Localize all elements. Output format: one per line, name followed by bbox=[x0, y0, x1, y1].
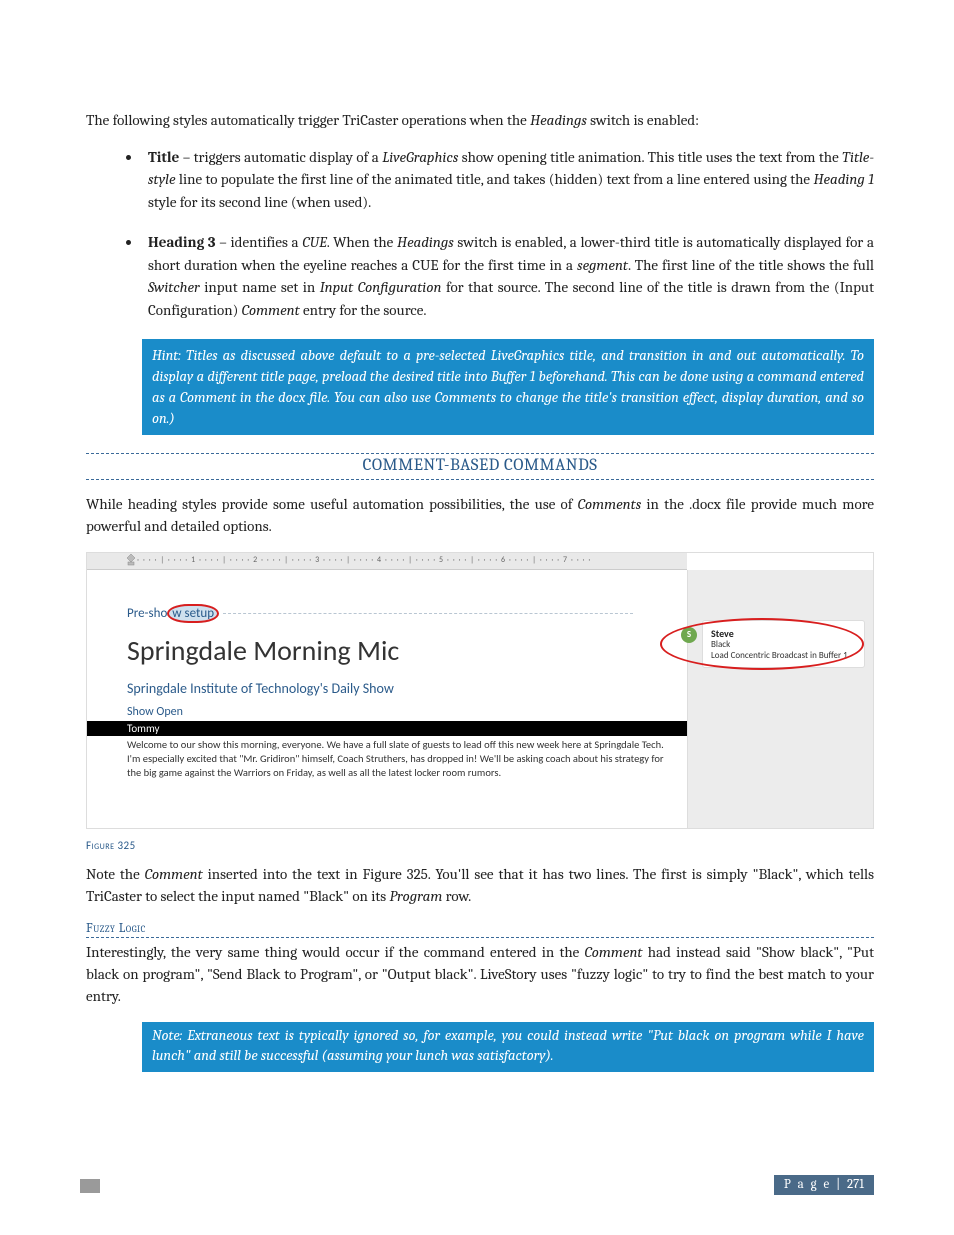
section-intro-paragraph: While heading styles provide some useful… bbox=[86, 494, 874, 538]
script-body: Welcome to our show this morning, everyo… bbox=[127, 738, 667, 781]
tab-leader bbox=[223, 613, 633, 614]
comment-pane: S Steve Black Load Concentric Broadcast … bbox=[687, 570, 873, 828]
red-circle-annotation bbox=[660, 618, 864, 670]
commented-text: w setup bbox=[167, 604, 219, 623]
footer-accent bbox=[80, 1179, 100, 1193]
style-bullet-list: Title – triggers automatic display of a … bbox=[86, 146, 874, 322]
script-title: Springdale Morning Mic bbox=[127, 633, 667, 668]
note-paragraph: Note the Comment inserted into the text … bbox=[86, 864, 874, 908]
footer-num: 271 bbox=[847, 1177, 864, 1192]
fuzzy-paragraph: Interestingly, the very same thing would… bbox=[86, 942, 874, 1007]
indent-marker-icon bbox=[127, 554, 135, 566]
fuzzy-logic-heading: Fuzzy Logic bbox=[86, 921, 874, 938]
figure-caption: Figure 325 bbox=[86, 839, 874, 852]
page-footer: P a g e | 271 bbox=[80, 1175, 874, 1195]
footer-sep: | bbox=[831, 1177, 847, 1192]
section-heading: COMMENT-BASED COMMANDS bbox=[363, 456, 598, 475]
bullet-heading3: Heading 3 – identifies a CUE. When the H… bbox=[142, 231, 874, 321]
footer-label: P a g e bbox=[784, 1177, 831, 1192]
preshow-line: Pre-show setup bbox=[127, 606, 667, 621]
script-subtitle: Springdale Institute of Technology's Dai… bbox=[127, 680, 667, 697]
section-heading-band: COMMENT-BASED COMMANDS bbox=[86, 453, 874, 480]
intro-paragraph: The following styles automatically trigg… bbox=[86, 110, 874, 132]
word-ruler: · · · · | · · · · 1 · · · · | · · · · 2 … bbox=[87, 553, 687, 570]
ruler-ticks: · · · · | · · · · 1 · · · · | · · · · 2 … bbox=[137, 555, 591, 565]
show-open-label: Show Open bbox=[127, 705, 667, 719]
speaker-name-bar: Tommy bbox=[87, 721, 687, 736]
footer-page-number: P a g e | 271 bbox=[774, 1175, 874, 1195]
hint-box: Hint: Titles as discussed above default … bbox=[142, 339, 874, 435]
figure-325: · · · · | · · · · 1 · · · · | · · · · 2 … bbox=[86, 552, 874, 829]
note-box: Note: Extraneous text is typically ignor… bbox=[142, 1022, 874, 1073]
document-page: The following styles automatically trigg… bbox=[0, 0, 954, 1235]
document-area: Pre-show setup Springdale Morning Mic Sp… bbox=[87, 570, 687, 828]
bullet-title: Title – triggers automatic display of a … bbox=[142, 146, 874, 214]
preshow-prefix: Pre-sho bbox=[127, 606, 167, 621]
